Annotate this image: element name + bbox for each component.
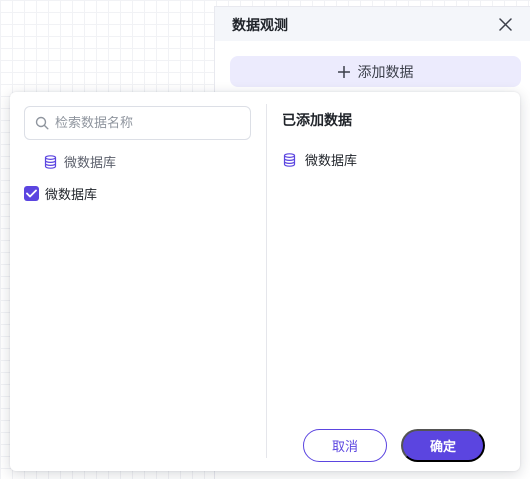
cancel-button[interactable]: 取消 bbox=[303, 429, 387, 462]
add-data-popover: 微数据库 微数据库 已添加数据 微数据库 取消 确定 bbox=[10, 92, 520, 471]
database-checkbox-row[interactable]: 微数据库 bbox=[24, 184, 97, 203]
added-item-label: 微数据库 bbox=[305, 154, 358, 169]
added-data-item: 微数据库 bbox=[283, 150, 357, 169]
close-icon bbox=[498, 17, 512, 31]
confirm-button[interactable]: 确定 bbox=[401, 429, 485, 462]
tree-item-label: 微数据库 bbox=[64, 156, 117, 171]
database-icon bbox=[44, 154, 57, 169]
check-icon bbox=[26, 189, 37, 198]
drawer-header: 数据观测 bbox=[215, 7, 530, 41]
close-button[interactable] bbox=[496, 15, 514, 33]
add-data-label: 添加数据 bbox=[357, 64, 414, 81]
plus-icon bbox=[337, 65, 350, 78]
search-input[interactable] bbox=[55, 115, 235, 131]
tree-item-database[interactable]: 微数据库 bbox=[44, 152, 116, 171]
database-icon bbox=[283, 152, 296, 167]
drawer-title: 数据观测 bbox=[232, 18, 288, 34]
search-box[interactable] bbox=[24, 106, 251, 140]
data-source-pane: 微数据库 微数据库 bbox=[10, 92, 266, 471]
add-data-button[interactable]: 添加数据 bbox=[230, 56, 521, 87]
database-checkbox[interactable] bbox=[24, 186, 39, 201]
added-data-title: 已添加数据 bbox=[282, 113, 352, 129]
checkbox-label: 微数据库 bbox=[45, 188, 98, 203]
added-data-pane: 已添加数据 微数据库 取消 确定 bbox=[267, 92, 520, 471]
search-icon bbox=[35, 116, 49, 130]
